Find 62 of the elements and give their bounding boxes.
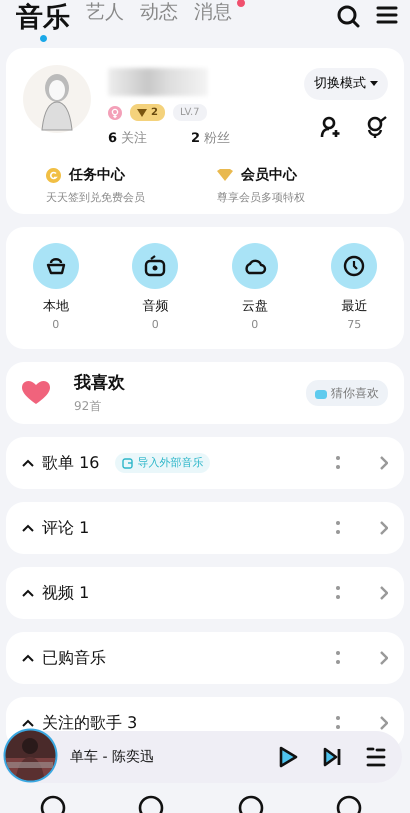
section-title[interactable]: 歌单 16 (42, 451, 100, 475)
stat-label[interactable]: 关注 (121, 129, 148, 148)
search-icon[interactable] (336, 4, 360, 28)
stat-label[interactable]: 粉丝 (204, 129, 230, 148)
menu-icon[interactable] (376, 4, 398, 26)
section-title[interactable]: 已购音乐 (42, 646, 106, 670)
stat-count: 2 (191, 130, 200, 148)
import-icon (122, 458, 134, 468)
active-tab-dot (40, 35, 46, 42)
caret-up-icon[interactable] (22, 459, 34, 467)
next-track-icon[interactable] (322, 747, 342, 767)
chevron-right-icon[interactable] (380, 456, 388, 470)
link-title[interactable]: 会员中心 (241, 164, 297, 186)
section-title[interactable]: 视频 1 (42, 581, 90, 605)
more-icon[interactable] (336, 650, 340, 666)
tab[interactable]: 音乐 (12, 0, 74, 36)
more-icon[interactable] (336, 715, 340, 731)
recommend-button[interactable]: 猜你喜欢 (306, 380, 388, 406)
caret-up-icon[interactable] (22, 654, 34, 662)
entry-label[interactable]: 本地 (42, 297, 69, 316)
entry-label[interactable]: 云盘 (242, 297, 268, 316)
gender-icon (108, 106, 122, 120)
entry-label[interactable]: 最近 (341, 297, 368, 316)
entry-label[interactable]: 音频 (142, 297, 168, 316)
heart-icon (22, 381, 50, 405)
more-icon[interactable] (336, 455, 340, 471)
nav-icon[interactable] (336, 795, 362, 813)
entry-count: 75 (347, 316, 362, 332)
section-title[interactable]: 评论 1 (42, 516, 90, 540)
caret-icon (370, 81, 378, 86)
link-subtitle: 天天签到兑免费会员 (46, 190, 146, 206)
more-icon[interactable] (336, 585, 340, 601)
stat-count: 6 (108, 130, 118, 148)
link-title[interactable]: 任务中心 (69, 164, 125, 186)
chevron-right-icon[interactable] (380, 716, 388, 730)
link-subtitle: 尊享会员多项特权 (217, 190, 306, 206)
avatar-drawing (22, 64, 92, 134)
song-count: 92首 (74, 398, 102, 415)
vip-level-badge: 2 (130, 104, 165, 121)
caret-up-icon[interactable] (22, 589, 34, 597)
more-icon[interactable] (336, 520, 340, 536)
entry-count: 0 (152, 316, 159, 332)
nav-icon[interactable] (238, 795, 264, 813)
favorites-title[interactable]: 我喜欢 (74, 371, 306, 397)
coin-icon (46, 168, 61, 182)
play-icon[interactable] (278, 746, 298, 768)
user-level-badge: LV.7 (172, 104, 207, 121)
nav-icon[interactable] (40, 795, 66, 813)
playlist-icon[interactable] (366, 747, 386, 767)
mode-switch-button[interactable]: 切换模式 (304, 68, 388, 100)
mini-player[interactable]: 单车 - 陈奕迅 (3, 731, 402, 783)
track-title: 单车 - 陈奕迅 (70, 748, 154, 766)
chevron-right-icon[interactable] (380, 521, 388, 535)
add-user-icon[interactable] (320, 116, 342, 138)
microphone-icon[interactable] (366, 116, 388, 138)
entry-count: 0 (52, 316, 60, 332)
caret-up-icon[interactable] (22, 524, 34, 532)
entry-count: 0 (251, 316, 258, 332)
caret-up-icon[interactable] (22, 719, 34, 727)
nav-icon[interactable] (138, 795, 164, 813)
chevron-right-icon[interactable] (380, 651, 388, 665)
chevron-right-icon[interactable] (380, 586, 388, 600)
